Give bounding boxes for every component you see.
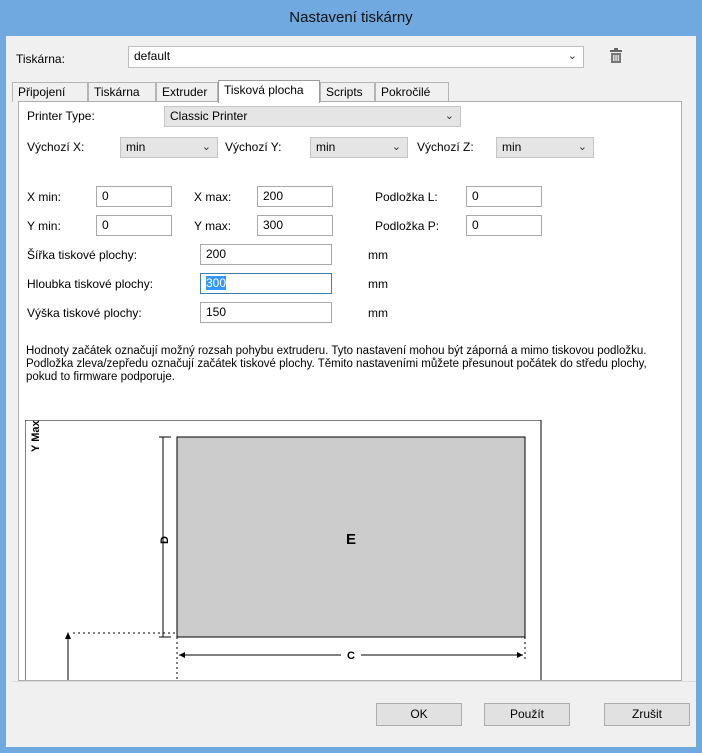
print-area-panel: Printer Type: Classic Printer ⌄ Výchozí … xyxy=(18,101,682,681)
print-bed-diagram: Y Max E D C xyxy=(24,419,673,680)
bed-left-input[interactable]: 0 xyxy=(466,186,542,207)
chevron-down-icon: ⌄ xyxy=(201,141,211,153)
depth-label: Hloubka tiskové plochy: xyxy=(27,277,154,291)
depth-dimension-label: D xyxy=(159,536,171,544)
bed-label-e: E xyxy=(346,531,356,548)
printer-select-value: default xyxy=(134,49,171,63)
printer-settings-window: Nastavení tiskárny Tiskárna: default ⌄ P… xyxy=(0,0,702,753)
xmax-input[interactable]: 200 xyxy=(257,186,333,207)
width-label: Šířka tiskové plochy: xyxy=(27,248,138,262)
home-x-value: min xyxy=(126,140,146,154)
printer-select[interactable]: default ⌄ xyxy=(128,46,584,68)
apply-button[interactable]: Použít xyxy=(484,703,570,726)
bed-front-input[interactable]: 0 xyxy=(466,215,542,236)
xmax-label: X max: xyxy=(194,190,232,204)
help-note: Hodnoty začátek označují možný rozsah po… xyxy=(26,345,647,383)
tab-extruder[interactable]: Extruder xyxy=(156,82,218,102)
ok-button[interactable]: OK xyxy=(376,703,462,726)
ymin-input[interactable]: 0 xyxy=(96,215,172,236)
xmin-input[interactable]: 0 xyxy=(96,186,172,207)
tab-advanced[interactable]: Pokročilé xyxy=(375,82,449,102)
home-x-label: Výchozí X: xyxy=(27,140,85,154)
tab-printer[interactable]: Tiskárna xyxy=(88,82,156,102)
ymax-axis-label: Y Max xyxy=(30,420,42,452)
printer-label: Tiskárna: xyxy=(16,52,65,66)
bed-front-label: Podložka P: xyxy=(375,219,440,233)
printer-type-label: Printer Type: xyxy=(27,109,95,123)
tab-connection[interactable]: Připojení xyxy=(12,82,88,102)
chevron-down-icon: ⌄ xyxy=(567,50,577,62)
home-y-select[interactable]: min ⌄ xyxy=(310,137,408,158)
height-input[interactable]: 150 xyxy=(200,302,332,323)
chevron-down-icon: ⌄ xyxy=(444,110,454,122)
home-z-select[interactable]: min ⌄ xyxy=(496,137,594,158)
chevron-down-icon: ⌄ xyxy=(391,141,401,153)
printer-type-select[interactable]: Classic Printer ⌄ xyxy=(164,106,461,127)
ymax-input[interactable]: 300 xyxy=(257,215,333,236)
footer-divider xyxy=(12,681,696,682)
tab-scripts[interactable]: Scripts xyxy=(320,82,375,102)
height-unit: mm xyxy=(368,306,388,320)
window-title: Nastavení tiskárny xyxy=(6,0,696,36)
ymin-label: Y min: xyxy=(27,219,61,233)
home-y-value: min xyxy=(316,140,336,154)
depth-unit: mm xyxy=(368,277,388,291)
bed-left-label: Podložka L: xyxy=(375,190,438,204)
tab-print-area[interactable]: Tisková plocha xyxy=(218,80,320,103)
width-dimension-label: C xyxy=(347,650,355,662)
chevron-down-icon: ⌄ xyxy=(577,141,587,153)
printer-type-value: Classic Printer xyxy=(170,109,248,123)
home-z-label: Výchozí Z: xyxy=(417,140,474,154)
width-unit: mm xyxy=(368,248,388,262)
ymax-label: Y max: xyxy=(194,219,232,233)
home-z-value: min xyxy=(502,140,522,154)
home-x-select[interactable]: min ⌄ xyxy=(120,137,218,158)
trash-icon[interactable] xyxy=(609,48,623,64)
xmin-label: X min: xyxy=(27,190,62,204)
home-y-label: Výchozí Y: xyxy=(225,140,282,154)
depth-input[interactable]: 300 xyxy=(200,273,332,294)
height-label: Výška tiskové plochy: xyxy=(27,306,142,320)
width-input[interactable]: 200 xyxy=(200,244,332,265)
depth-input-selection: 300 xyxy=(206,276,227,290)
cancel-button[interactable]: Zrušit xyxy=(604,703,690,726)
